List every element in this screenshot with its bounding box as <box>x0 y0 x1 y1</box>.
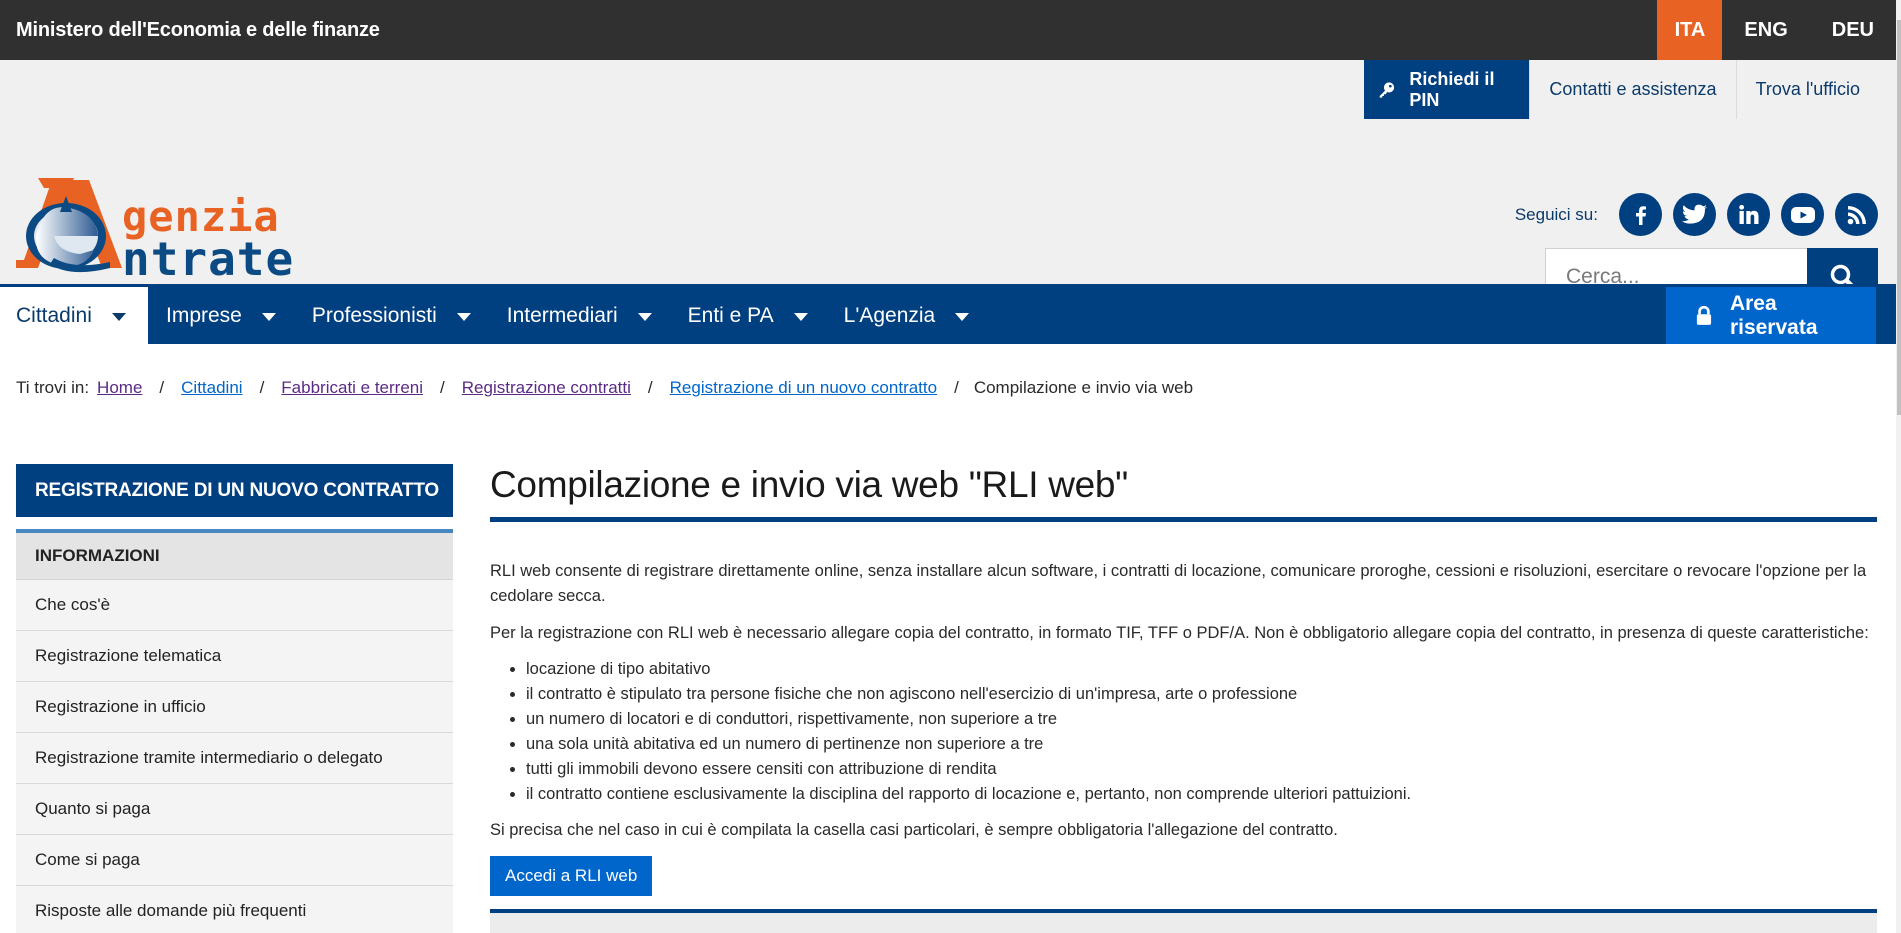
list-item: il contratto è stipulato tra persone fis… <box>526 682 1877 707</box>
lang-deu[interactable]: DEU <box>1810 0 1896 60</box>
breadcrumb-separator: / <box>954 378 959 397</box>
caret-down-icon <box>456 312 471 321</box>
page-scrollbar[interactable] <box>1896 0 1901 933</box>
lang-ita[interactable]: ITA <box>1657 0 1723 60</box>
nav-enti-pa[interactable]: Enti e PA <box>670 287 826 344</box>
sidebar: REGISTRAZIONE DI UN NUOVO CONTRATTO INFO… <box>16 464 453 933</box>
breadcrumb: Ti trovi in: Home / Cittadini / Fabbrica… <box>16 378 1193 398</box>
lock-icon <box>1696 305 1712 325</box>
page-title: Compilazione e invio via web "RLI web" <box>490 464 1129 505</box>
page: Ministero dell'Economia e delle finanze … <box>0 0 1896 933</box>
breadcrumb-separator: / <box>159 378 165 397</box>
reserved-area-label: Area riservata <box>1729 291 1818 339</box>
sidebar-item-registrazione-ufficio[interactable]: Registrazione in ufficio <box>16 682 453 733</box>
ministry-bar: Ministero dell'Economia e delle finanze … <box>0 0 1896 60</box>
utility-links: Richiedi il PIN Contatti e assistenza Tr… <box>1364 60 1896 119</box>
breadcrumb-nuovo-contratto[interactable]: Registrazione di un nuovo contratto <box>670 378 937 398</box>
ministry-link[interactable]: Ministero dell'Economia e delle finanze <box>0 19 380 42</box>
nav-cittadini[interactable]: Cittadini <box>0 287 148 344</box>
social-links: Seguici su: <box>1515 193 1878 236</box>
next-section-band <box>490 913 1877 933</box>
list-item: il contratto contiene esclusivamente la … <box>526 782 1877 807</box>
caret-down-icon <box>637 312 652 321</box>
note-paragraph: Si precisa che nel caso in cui è compila… <box>490 821 1338 839</box>
language-switcher: ITA ENG DEU <box>1657 0 1896 60</box>
list-item: una sola unità abitativa ed un numero di… <box>526 732 1877 757</box>
list-item: un numero di locatori e di conduttori, r… <box>526 707 1877 732</box>
breadcrumb-current: Compilazione e invio via web <box>973 378 1194 397</box>
logo-emblem-icon <box>16 178 122 273</box>
nav-intermediari[interactable]: Intermediari <box>489 287 670 344</box>
breadcrumb-separator: / <box>440 378 445 397</box>
sidebar-item-quanto-si-paga[interactable]: Quanto si paga <box>16 784 453 835</box>
conditions-list: locazione di tipo abitativo il contratto… <box>526 657 1877 807</box>
reserved-area-button[interactable]: Area riservata <box>1666 287 1876 344</box>
breadcrumb-label: Ti trovi in: <box>16 378 90 397</box>
sidebar-item-faq[interactable]: Risposte alle domande più frequenti <box>16 886 453 933</box>
scrollbar-thumb[interactable] <box>1897 20 1901 415</box>
caret-down-icon <box>261 312 276 321</box>
intro-paragraph: RLI web consente di registrare direttame… <box>490 562 1867 605</box>
main-content: Compilazione e invio via web "RLI web" R… <box>490 460 1877 933</box>
breadcrumb-fabbricati-terreni[interactable]: Fabbricati e terreni <box>281 378 423 398</box>
requirements-paragraph: Per la registrazione con RLI web è neces… <box>490 624 1869 642</box>
nav-professionisti[interactable]: Professionisti <box>294 287 489 344</box>
title-divider <box>490 517 1877 522</box>
sidebar-item-intermediario-delegato[interactable]: Registrazione tramite intermediario o de… <box>16 733 453 784</box>
request-pin-label: Richiedi il PIN <box>1409 68 1495 110</box>
facebook-icon[interactable] <box>1619 193 1662 236</box>
sidebar-item-registrazione-telematica[interactable]: Registrazione telematica <box>16 631 453 682</box>
rss-icon[interactable] <box>1835 193 1878 236</box>
request-pin-button[interactable]: Richiedi il PIN <box>1364 60 1530 119</box>
breadcrumb-cittadini[interactable]: Cittadini <box>181 378 242 398</box>
site-header: genzia ntrate Richiedi il PIN Contatti e… <box>0 60 1896 305</box>
nav-professionisti-label: Professionisti <box>311 303 437 327</box>
youtube-icon[interactable] <box>1781 193 1824 236</box>
nav-imprese[interactable]: Imprese <box>148 287 294 344</box>
nav-imprese-label: Imprese <box>166 303 242 327</box>
nav-intermediari-label: Intermediari <box>506 303 618 327</box>
list-item: tutti gli immobili devono essere censiti… <box>526 757 1877 782</box>
breadcrumb-registrazione-contratti[interactable]: Registrazione contratti <box>462 378 631 398</box>
contacts-link[interactable]: Contatti e assistenza <box>1529 60 1735 119</box>
key-icon <box>1380 81 1395 98</box>
breadcrumb-separator: / <box>259 378 265 397</box>
nav-agenzia[interactable]: L'Agenzia <box>826 287 988 344</box>
nav-enti-pa-label: Enti e PA <box>687 303 774 327</box>
logo-text-ntrate: ntrate <box>122 232 295 286</box>
nav-agenzia-label: L'Agenzia <box>843 303 936 327</box>
lang-eng[interactable]: ENG <box>1722 0 1809 60</box>
caret-down-icon <box>793 312 808 321</box>
twitter-icon[interactable] <box>1673 193 1716 236</box>
main-nav: Cittadini Imprese Professionisti Interme… <box>0 284 1896 344</box>
agenzia-entrate-logo[interactable]: genzia ntrate <box>14 178 334 286</box>
linkedin-icon[interactable] <box>1727 193 1770 236</box>
social-label: Seguici su: <box>1514 204 1598 224</box>
caret-down-icon <box>955 312 970 321</box>
sidebar-item-come-si-paga[interactable]: Come si paga <box>16 835 453 886</box>
breadcrumb-home[interactable]: Home <box>97 378 142 398</box>
sidebar-section-informazioni: INFORMAZIONI <box>16 529 453 580</box>
nav-cittadini-label: Cittadini <box>16 303 92 327</box>
access-rli-web-button[interactable]: Accedi a RLI web <box>490 856 653 896</box>
breadcrumb-separator: / <box>647 378 653 397</box>
sidebar-title[interactable]: REGISTRAZIONE DI UN NUOVO CONTRATTO <box>16 464 453 517</box>
caret-down-icon <box>111 312 126 321</box>
sidebar-item-che-cose[interactable]: Che cos'è <box>16 580 453 631</box>
list-item: locazione di tipo abitativo <box>526 657 1877 682</box>
find-office-link[interactable]: Trova l'ufficio <box>1735 60 1896 119</box>
